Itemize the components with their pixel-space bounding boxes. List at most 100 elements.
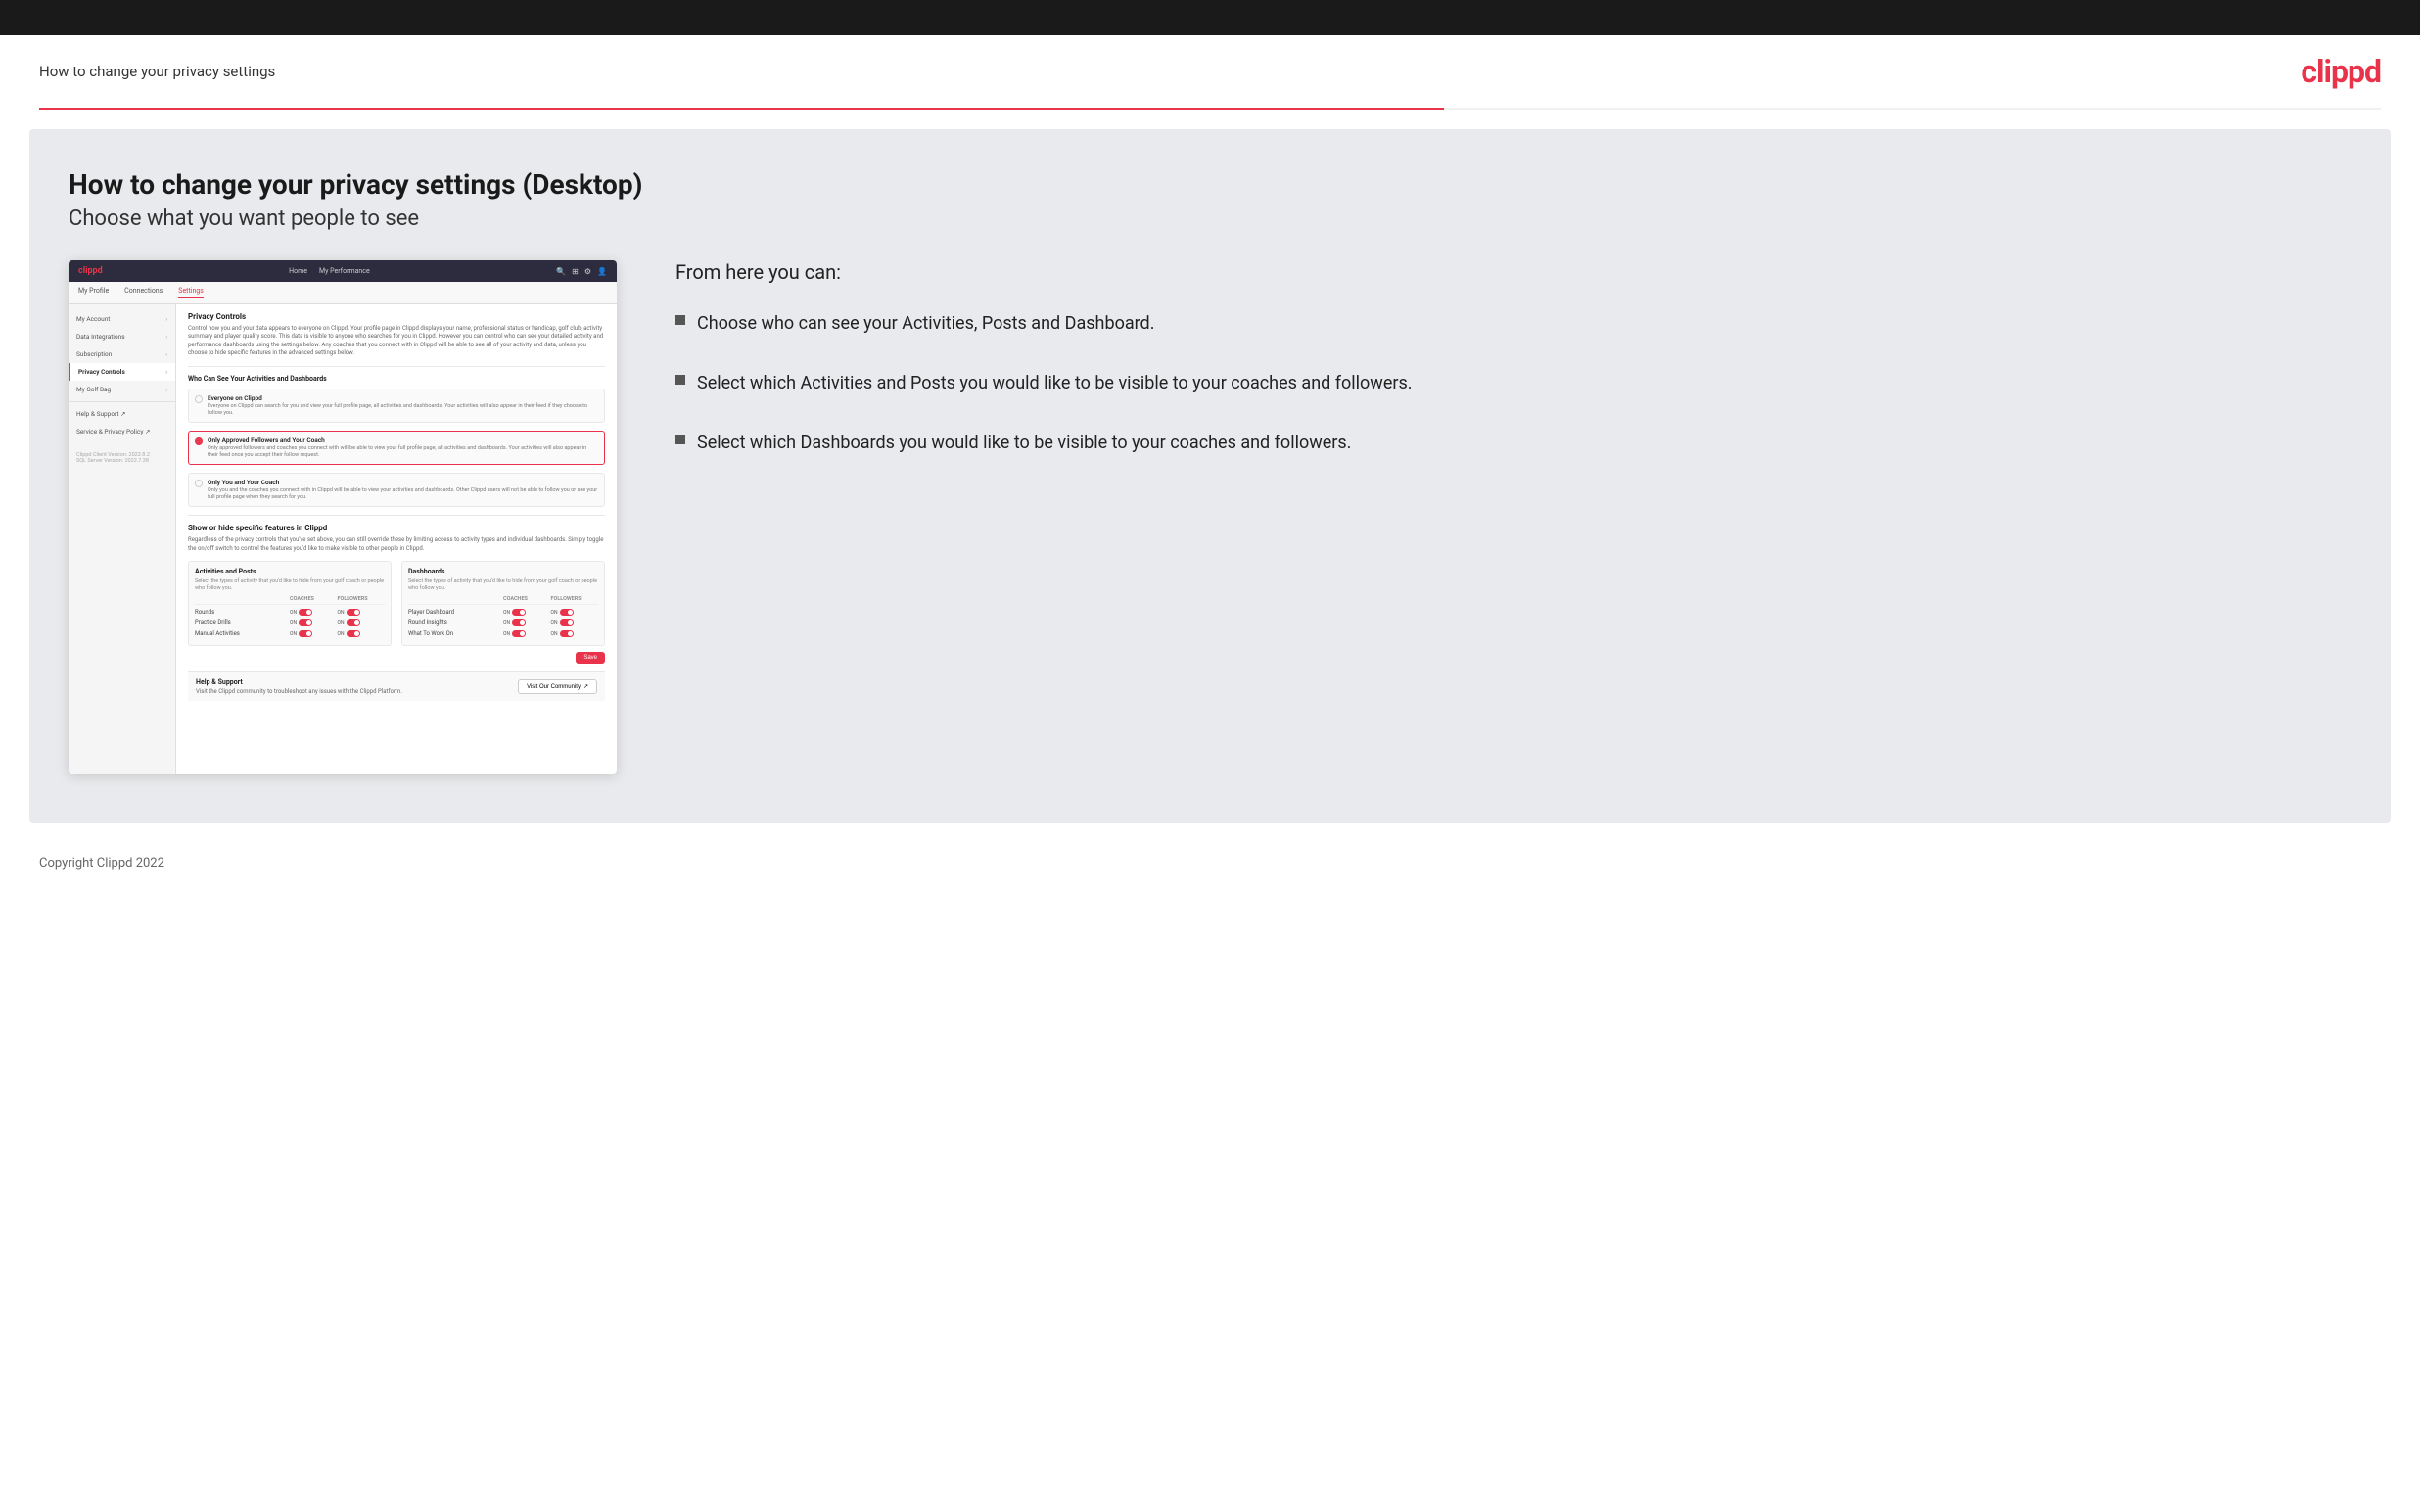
- work-coaches-switch[interactable]: [512, 630, 526, 637]
- radio-followers-desc: Only approved followers and coaches you …: [208, 445, 598, 459]
- sidebar-footer: Clippd Client Version: 2022.8.2 SQL Serv…: [69, 448, 175, 468]
- privacy-section-title: Privacy Controls: [188, 312, 605, 321]
- chevron-right-icon: ›: [165, 369, 167, 376]
- subnav-connections[interactable]: Connections: [124, 287, 163, 298]
- settings-icon: ⚙: [584, 267, 591, 276]
- player-followers-toggle[interactable]: ON: [551, 609, 599, 616]
- manual-followers-on-label: ON: [338, 631, 345, 637]
- chevron-right-icon: ›: [165, 334, 167, 341]
- main-content: How to change your privacy settings (Des…: [29, 129, 2391, 823]
- sidebar-divider: [69, 401, 175, 402]
- sidebar-item-subscription[interactable]: Subscription ›: [69, 345, 175, 363]
- player-coaches-toggle[interactable]: ON: [503, 609, 551, 616]
- radio-coach-only[interactable]: Only You and Your Coach Only you and the…: [188, 473, 605, 507]
- sidebar-item-service[interactable]: Service & Privacy Policy ↗: [69, 423, 175, 440]
- show-hide-desc: Regardless of the privacy controls that …: [188, 536, 605, 553]
- insights-coaches-switch[interactable]: [512, 619, 526, 626]
- logo: clippd: [2301, 53, 2381, 90]
- what-to-work-label: What To Work On: [408, 630, 503, 637]
- work-followers-toggle[interactable]: ON: [551, 630, 599, 637]
- toggle-row-drills: Practice Drills ON ON: [195, 618, 385, 628]
- app-nav-links: Home My Performance: [289, 267, 370, 275]
- sidebar-golfbag-label: My Golf Bag: [76, 386, 111, 393]
- visit-community-label: Visit Our Community: [527, 684, 581, 690]
- radio-coach-label: Only You and Your Coach: [208, 479, 598, 486]
- manual-coaches-switch[interactable]: [299, 630, 312, 637]
- drills-followers-toggle[interactable]: ON: [338, 619, 386, 626]
- dashboards-col-coaches: COACHES: [503, 596, 551, 602]
- main-heading: How to change your privacy settings (Des…: [69, 168, 2351, 201]
- rounds-coaches-on-label: ON: [290, 610, 297, 616]
- app-main-panel: Privacy Controls Control how you and you…: [176, 304, 617, 774]
- help-text-block: Help & Support Visit the Clippd communit…: [196, 678, 402, 695]
- nav-link-performance: My Performance: [319, 267, 370, 275]
- rounds-followers-switch[interactable]: [347, 609, 360, 616]
- work-coaches-toggle[interactable]: ON: [503, 630, 551, 637]
- player-dashboard-label: Player Dashboard: [408, 609, 503, 616]
- app-body: My Account › Data Integrations › Subscri…: [69, 304, 617, 774]
- bullet-square-2: [675, 375, 685, 385]
- radio-followers[interactable]: Only Approved Followers and Your Coach O…: [188, 431, 605, 465]
- drills-coaches-toggle[interactable]: ON: [290, 619, 338, 626]
- work-coaches-on-label: ON: [503, 631, 510, 637]
- insights-coaches-toggle[interactable]: ON: [503, 619, 551, 626]
- toggle-divider: [188, 515, 605, 516]
- top-bar: [0, 0, 2420, 35]
- manual-followers-switch[interactable]: [347, 630, 360, 637]
- two-column-layout: clippd Home My Performance 🔍 ⊞ ⚙ 👤 My Pr…: [69, 260, 2351, 774]
- activities-table-desc: Select the types of activity that you'd …: [195, 578, 385, 592]
- manual-followers-toggle[interactable]: ON: [338, 630, 386, 637]
- work-followers-switch[interactable]: [560, 630, 574, 637]
- rounds-coaches-toggle[interactable]: ON: [290, 609, 338, 616]
- manual-coaches-toggle[interactable]: ON: [290, 630, 338, 637]
- bullet-square-1: [675, 315, 685, 325]
- sidebar-item-privacy[interactable]: Privacy Controls ›: [69, 363, 175, 381]
- radio-everyone[interactable]: Everyone on Clippd Everyone on Clippd ca…: [188, 389, 605, 423]
- bullet-item-2: Select which Activities and Posts you wo…: [675, 371, 2351, 395]
- round-insights-label: Round Insights: [408, 619, 503, 626]
- subnav-myprofile[interactable]: My Profile: [78, 287, 109, 298]
- right-panel: From here you can: Choose who can see yo…: [656, 260, 2351, 456]
- bullet-list: Choose who can see your Activities, Post…: [675, 311, 2351, 456]
- drills-followers-switch[interactable]: [347, 619, 360, 626]
- subnav-settings[interactable]: Settings: [178, 287, 204, 298]
- radio-everyone-label: Everyone on Clippd: [208, 394, 598, 402]
- visit-community-button[interactable]: Visit Our Community ↗: [518, 679, 597, 694]
- player-followers-switch[interactable]: [560, 609, 574, 616]
- player-coaches-switch[interactable]: [512, 609, 526, 616]
- dashboards-col-followers: FOLLOWERS: [551, 596, 599, 602]
- drills-label: Practice Drills: [195, 619, 290, 626]
- radio-coach-desc: Only you and the coaches you connect wit…: [208, 487, 598, 501]
- activities-col-followers: FOLLOWERS: [338, 596, 386, 602]
- app-nav-icons: 🔍 ⊞ ⚙ 👤: [556, 267, 607, 276]
- dashboards-table: Dashboards Select the types of activity …: [401, 561, 605, 646]
- section-divider: [188, 366, 605, 367]
- rounds-coaches-switch[interactable]: [299, 609, 312, 616]
- bullet-item-3: Select which Dashboards you would like t…: [675, 431, 2351, 455]
- chevron-right-icon: ›: [165, 351, 167, 358]
- player-coaches-on-label: ON: [503, 610, 510, 616]
- sidebar-item-help[interactable]: Help & Support ↗: [69, 405, 175, 423]
- bullet-text-2: Select which Activities and Posts you wo…: [697, 371, 1413, 395]
- copyright-text: Copyright Clippd 2022: [39, 856, 164, 871]
- radio-dot-coach-only: [195, 480, 203, 487]
- toggle-row-what-to-work: What To Work On ON ON: [408, 628, 598, 639]
- player-followers-on-label: ON: [551, 610, 558, 616]
- dashboards-table-title: Dashboards: [408, 568, 598, 575]
- drills-followers-on-label: ON: [338, 620, 345, 626]
- sidebar-item-account[interactable]: My Account ›: [69, 310, 175, 328]
- insights-followers-switch[interactable]: [560, 619, 574, 626]
- sidebar-item-data[interactable]: Data Integrations ›: [69, 328, 175, 345]
- sidebar-item-golfbag[interactable]: My Golf Bag ›: [69, 381, 175, 398]
- rounds-followers-toggle[interactable]: ON: [338, 609, 386, 616]
- show-hide-title: Show or hide specific features in Clippd: [188, 524, 605, 532]
- insights-followers-toggle[interactable]: ON: [551, 619, 599, 626]
- radio-everyone-content: Everyone on Clippd Everyone on Clippd ca…: [208, 394, 598, 417]
- toggle-row-round-insights: Round Insights ON ON: [408, 618, 598, 628]
- app-logo: clippd: [78, 266, 103, 276]
- chevron-right-icon: ›: [165, 316, 167, 323]
- drills-coaches-switch[interactable]: [299, 619, 312, 626]
- header: How to change your privacy settings clip…: [0, 35, 2420, 108]
- save-button[interactable]: Save: [576, 652, 605, 664]
- privacy-section-desc: Control how you and your data appears to…: [188, 325, 605, 358]
